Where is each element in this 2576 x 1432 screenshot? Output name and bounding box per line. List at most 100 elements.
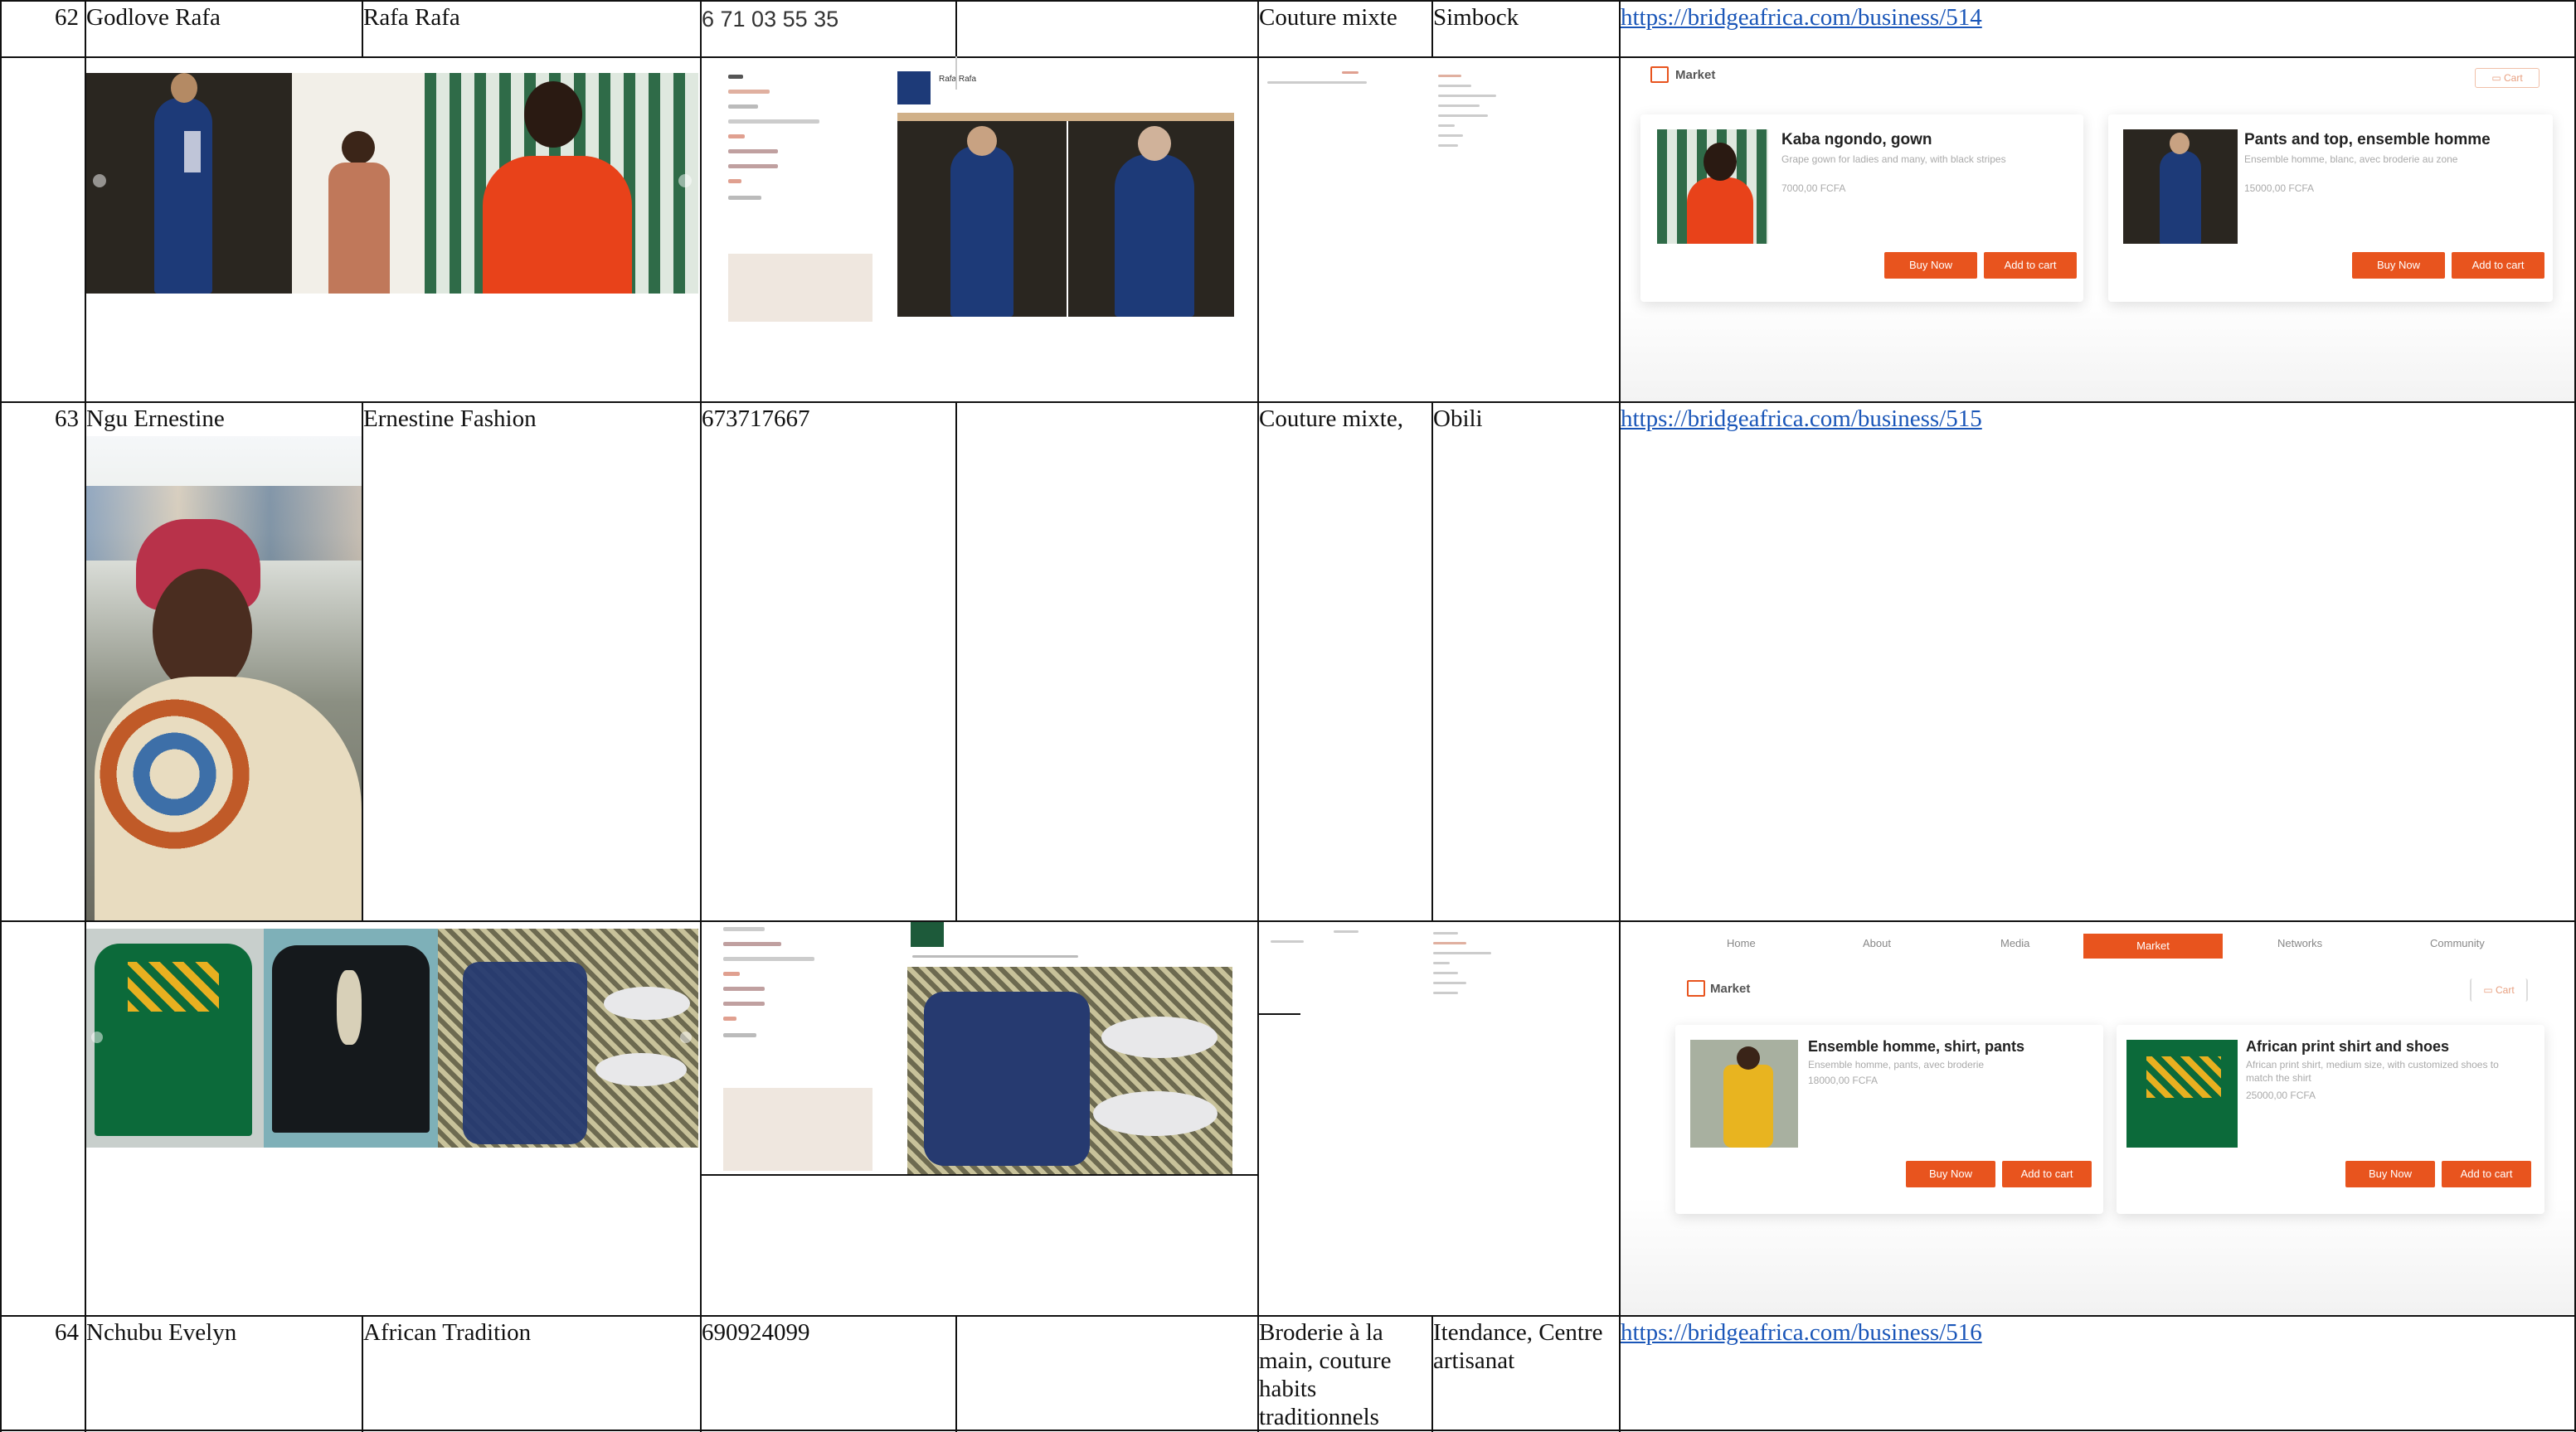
website-screenshot bbox=[702, 922, 1257, 1176]
location: Simbock bbox=[1433, 4, 1519, 31]
photo-green-shirt bbox=[86, 929, 264, 1148]
row-border bbox=[0, 1315, 2576, 1317]
carousel-prev-icon[interactable] bbox=[93, 174, 106, 187]
add-to-cart-button[interactable]: Add to cart bbox=[2442, 1161, 2531, 1187]
portrait-photo bbox=[86, 436, 362, 920]
row-number: 62 bbox=[55, 4, 79, 31]
market-label: Market bbox=[1675, 68, 1716, 82]
product-card: Pants and top, ensemble homme Ensemble h… bbox=[2108, 114, 2553, 302]
market-screenshot: Home About Media Market Networks Communi… bbox=[1621, 922, 2574, 1315]
location-line: Itendance, Centre bbox=[1433, 1319, 1603, 1346]
cart-label: Cart bbox=[2496, 984, 2515, 996]
product-card: Kaba ngondo, gown Grape gown for ladies … bbox=[1640, 114, 2083, 302]
nav-about[interactable]: About bbox=[1863, 937, 1891, 949]
activity-line: traditionnels bbox=[1259, 1404, 1379, 1430]
carousel-next-icon[interactable] bbox=[678, 174, 692, 187]
location: Obili bbox=[1433, 405, 1483, 432]
product-title: Kaba ngondo, gown bbox=[1781, 131, 1932, 148]
business-link[interactable]: https://bridgeafrica.com/business/514 bbox=[1621, 3, 1982, 32]
market-screenshot: Market ▭ Cart Kaba ngondo, gown Grape go… bbox=[1621, 58, 2574, 401]
website-screenshot: Rafa Rafa bbox=[703, 66, 1234, 322]
buy-now-button[interactable]: Buy Now bbox=[1906, 1161, 1995, 1187]
photo-navy-outfit-2 bbox=[1068, 121, 1234, 317]
carousel-prev-icon[interactable] bbox=[91, 1032, 103, 1043]
product-photo bbox=[907, 967, 1232, 1174]
product-description: Ensemble homme, blanc, avec broderie au … bbox=[2244, 153, 2458, 165]
product-image bbox=[1657, 129, 1768, 244]
product-card: African print shirt and shoes African pr… bbox=[2117, 1025, 2544, 1214]
row-border bbox=[0, 401, 2576, 403]
nav-community[interactable]: Community bbox=[2430, 937, 2485, 949]
location-line: artisanat bbox=[1433, 1347, 1515, 1374]
row-number: 63 bbox=[55, 405, 79, 432]
product-price: 15000,00 FCFA bbox=[2244, 182, 2315, 194]
market-icon bbox=[1650, 66, 1669, 83]
photo-black-shirt bbox=[264, 929, 438, 1148]
col-border bbox=[955, 1315, 957, 1432]
col-border bbox=[362, 401, 363, 920]
product-title: African print shirt and shoes bbox=[2246, 1038, 2450, 1055]
business-link[interactable]: https://bridgeafrica.com/business/515 bbox=[1621, 405, 1982, 433]
product-title: Ensemble homme, shirt, pants bbox=[1808, 1038, 2025, 1055]
photo-red-dress bbox=[425, 73, 698, 294]
nav-market[interactable]: Market bbox=[2083, 934, 2223, 959]
add-to-cart-button[interactable]: Add to cart bbox=[1984, 252, 2077, 279]
activity: Couture mixte bbox=[1259, 4, 1397, 31]
photo-print-dress bbox=[292, 73, 425, 294]
carousel-next-icon[interactable] bbox=[680, 1032, 692, 1043]
business-name: Ernestine Fashion bbox=[363, 405, 537, 432]
row-border bbox=[0, 0, 2576, 2]
activity: Couture mixte, bbox=[1259, 405, 1403, 432]
col-border bbox=[955, 0, 957, 56]
product-image bbox=[1690, 1040, 1798, 1148]
cart-label: Cart bbox=[2504, 72, 2523, 84]
phone-number: 690924099 bbox=[702, 1319, 810, 1346]
product-description: Grape gown for ladies and many, with bla… bbox=[1781, 153, 2006, 165]
avatar bbox=[911, 922, 944, 947]
market-icon bbox=[1687, 980, 1705, 997]
owner-name: Nchubu Evelyn bbox=[86, 1319, 237, 1346]
owner-name: Ngu Ernestine bbox=[86, 405, 225, 432]
product-title: Pants and top, ensemble homme bbox=[2244, 131, 2491, 148]
add-to-cart-button[interactable]: Add to cart bbox=[2452, 252, 2544, 279]
product-price: 25000,00 FCFA bbox=[2246, 1090, 2316, 1101]
business-name: African Tradition bbox=[363, 1319, 532, 1346]
col-border bbox=[955, 401, 957, 920]
product-carousel[interactable] bbox=[86, 73, 698, 294]
phone-number: 673717667 bbox=[702, 405, 810, 432]
header-business-name: Rafa Rafa bbox=[939, 75, 977, 84]
phone-number: 6 71 03 55 35 bbox=[702, 7, 839, 32]
buy-now-button[interactable]: Buy Now bbox=[2352, 252, 2445, 279]
product-image bbox=[2123, 129, 2238, 244]
col-border bbox=[0, 0, 2, 1432]
photo-navy-outfit-1 bbox=[897, 121, 1067, 317]
cart-icon: ▭ bbox=[2491, 72, 2504, 84]
buy-now-button[interactable]: Buy Now bbox=[1884, 252, 1977, 279]
col-border bbox=[700, 0, 702, 1432]
sidebar-menu bbox=[723, 922, 872, 1171]
product-carousel[interactable] bbox=[86, 929, 698, 1148]
add-to-cart-button[interactable]: Add to cart bbox=[2002, 1161, 2092, 1187]
business-link[interactable]: https://bridgeafrica.com/business/516 bbox=[1621, 1318, 1982, 1347]
market-label: Market bbox=[1710, 982, 1751, 996]
nav-networks[interactable]: Networks bbox=[2277, 937, 2322, 949]
owner-name: Godlove Rafa bbox=[86, 4, 221, 31]
nav-home[interactable]: Home bbox=[1727, 937, 1756, 949]
website-screenshot-small bbox=[1259, 922, 1616, 1022]
product-description: African print shirt, medium size, with c… bbox=[2246, 1059, 2499, 1084]
website-screenshot-small bbox=[1259, 61, 1616, 186]
business-name: Rafa Rafa bbox=[363, 4, 460, 31]
cart-button[interactable]: ▭ Cart bbox=[2475, 68, 2540, 88]
avatar bbox=[897, 71, 931, 104]
activity-line: Broderie à la bbox=[1259, 1319, 1383, 1346]
cart-button[interactable]: ▭ Cart bbox=[2470, 978, 2528, 1002]
cart-icon: ▭ bbox=[2483, 984, 2496, 996]
photo-navy-outfit bbox=[86, 73, 292, 294]
product-price: 7000,00 FCFA bbox=[1781, 182, 1846, 194]
sidebar-menu bbox=[728, 71, 872, 322]
nav-media[interactable]: Media bbox=[2000, 937, 2029, 949]
buy-now-button[interactable]: Buy Now bbox=[2345, 1161, 2435, 1187]
row-number: 64 bbox=[55, 1319, 79, 1346]
faint-divider bbox=[955, 56, 957, 90]
col-border bbox=[1431, 401, 1433, 920]
